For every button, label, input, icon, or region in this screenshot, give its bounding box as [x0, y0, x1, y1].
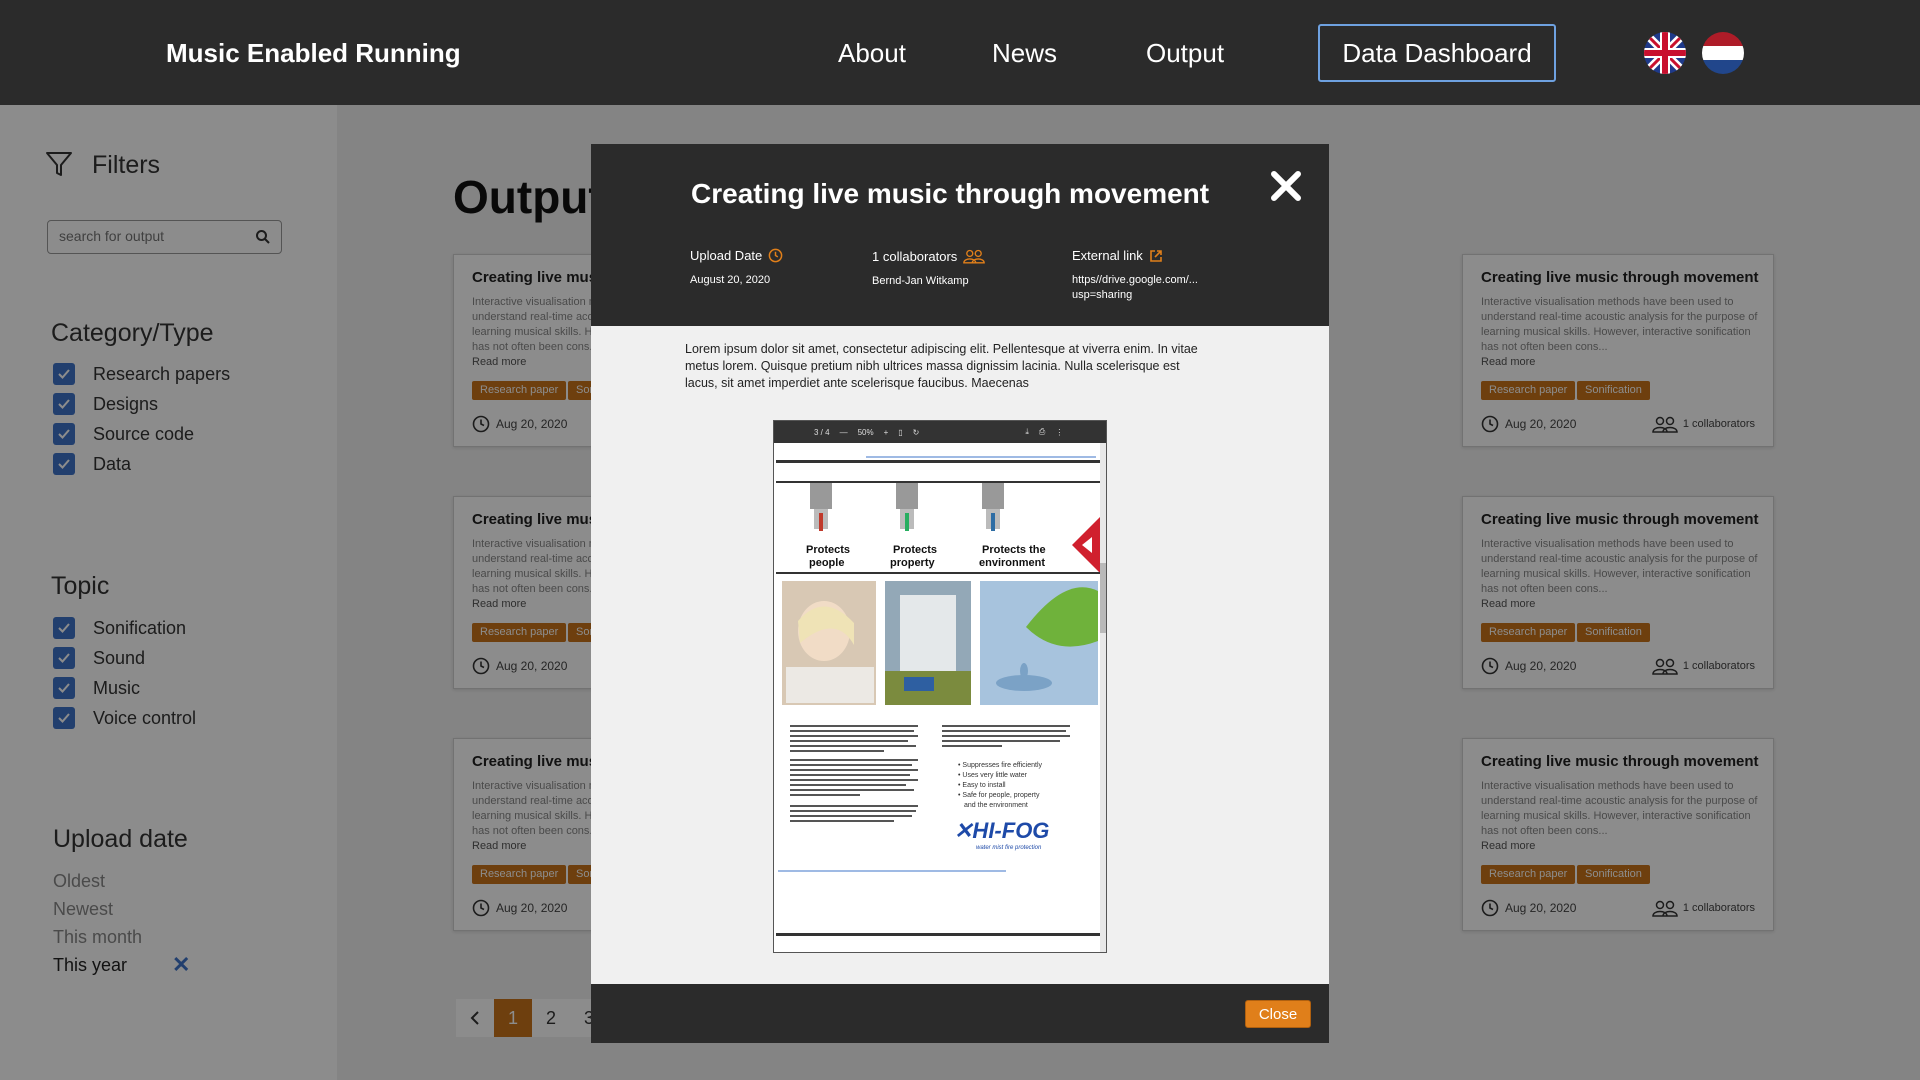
data-dashboard-button[interactable]: Data Dashboard: [1318, 24, 1556, 82]
nav-output[interactable]: Output: [1146, 38, 1224, 69]
collaborators-icon: [963, 249, 986, 264]
top-navbar: Music Enabled Running About News Output …: [0, 0, 1920, 105]
svg-text:• Suppresses fire efficiently: • Suppresses fire efficiently • Uses ver…: [958, 762, 1044, 809]
modal-header: Creating live music through movement Upl…: [591, 144, 1329, 326]
brand-logo[interactable]: Music Enabled Running: [166, 38, 461, 69]
modal-footer: Close: [591, 984, 1329, 1043]
meta-collaborators: 1 collaborators Bernd-Jan Witkamp: [872, 248, 986, 289]
svg-text:✕HI-FOG: ✕HI-FOG: [954, 818, 1049, 843]
pdf-page: Protects people Protects property Protects…: [776, 445, 1100, 952]
nav-about[interactable]: About: [838, 38, 906, 69]
zoom-in-icon[interactable]: +: [884, 428, 889, 437]
print-icon[interactable]: ⎙: [1039, 427, 1045, 437]
close-button[interactable]: Close: [1245, 1000, 1311, 1028]
meta-external-link[interactable]: External link https//drive.google.com/..…: [1072, 248, 1198, 303]
pdf-scrollbar[interactable]: [1100, 443, 1106, 952]
clock-icon: [768, 248, 783, 263]
zoom-out-icon[interactable]: —: [840, 428, 848, 437]
svg-text:water mist fire protection: water mist fire protection: [976, 845, 1042, 851]
zoom-level: 50%: [857, 427, 874, 437]
close-icon[interactable]: [1268, 168, 1304, 204]
nav-news[interactable]: News: [992, 38, 1057, 69]
svg-text:Protectspeople Prote: Protects people Protects property Protects…: [806, 544, 1046, 569]
nl-flag-icon[interactable]: [1702, 32, 1744, 74]
external-link-icon: [1150, 249, 1162, 262]
output-detail-modal: Creating live music through movement Upl…: [591, 144, 1329, 1043]
pdf-toolbar: 3 / 4 — 50% + ▯ ↻ ⤓ ⎙ ⋮: [774, 421, 1106, 443]
meta-upload-date: Upload Date August 20, 2020: [690, 248, 783, 288]
download-icon[interactable]: ⤓: [1025, 427, 1029, 437]
uk-flag-icon[interactable]: [1644, 32, 1686, 74]
more-options-icon[interactable]: ⋮: [1055, 428, 1063, 437]
page-indicator: 3 / 4: [814, 427, 830, 437]
fit-page-icon[interactable]: ▯: [898, 428, 902, 437]
pdf-viewer[interactable]: 3 / 4 — 50% + ▯ ↻ ⤓ ⎙ ⋮ Protects people …: [773, 420, 1107, 953]
modal-description: Lorem ipsum dolor sit amet, consectetur …: [685, 342, 1198, 390]
rotate-icon[interactable]: ↻: [913, 428, 920, 437]
brochure-page-image: Protects people Protects property Protects…: [776, 456, 1100, 936]
modal-title: Creating live music through movement: [691, 178, 1210, 209]
